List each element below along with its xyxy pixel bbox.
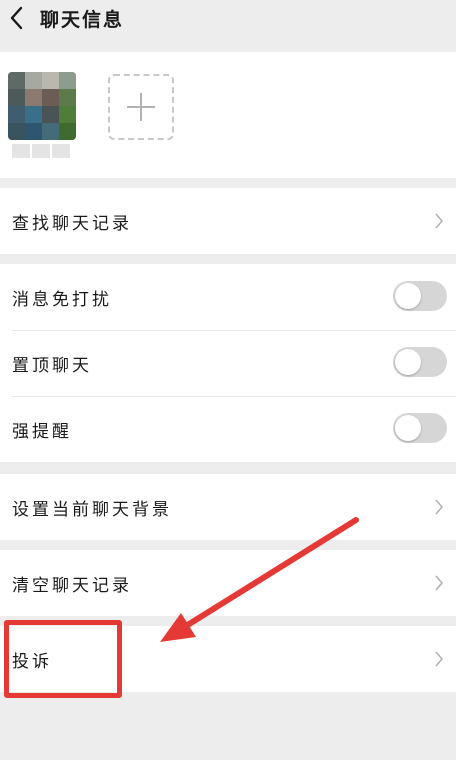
annotation-arrow-icon — [160, 517, 359, 642]
